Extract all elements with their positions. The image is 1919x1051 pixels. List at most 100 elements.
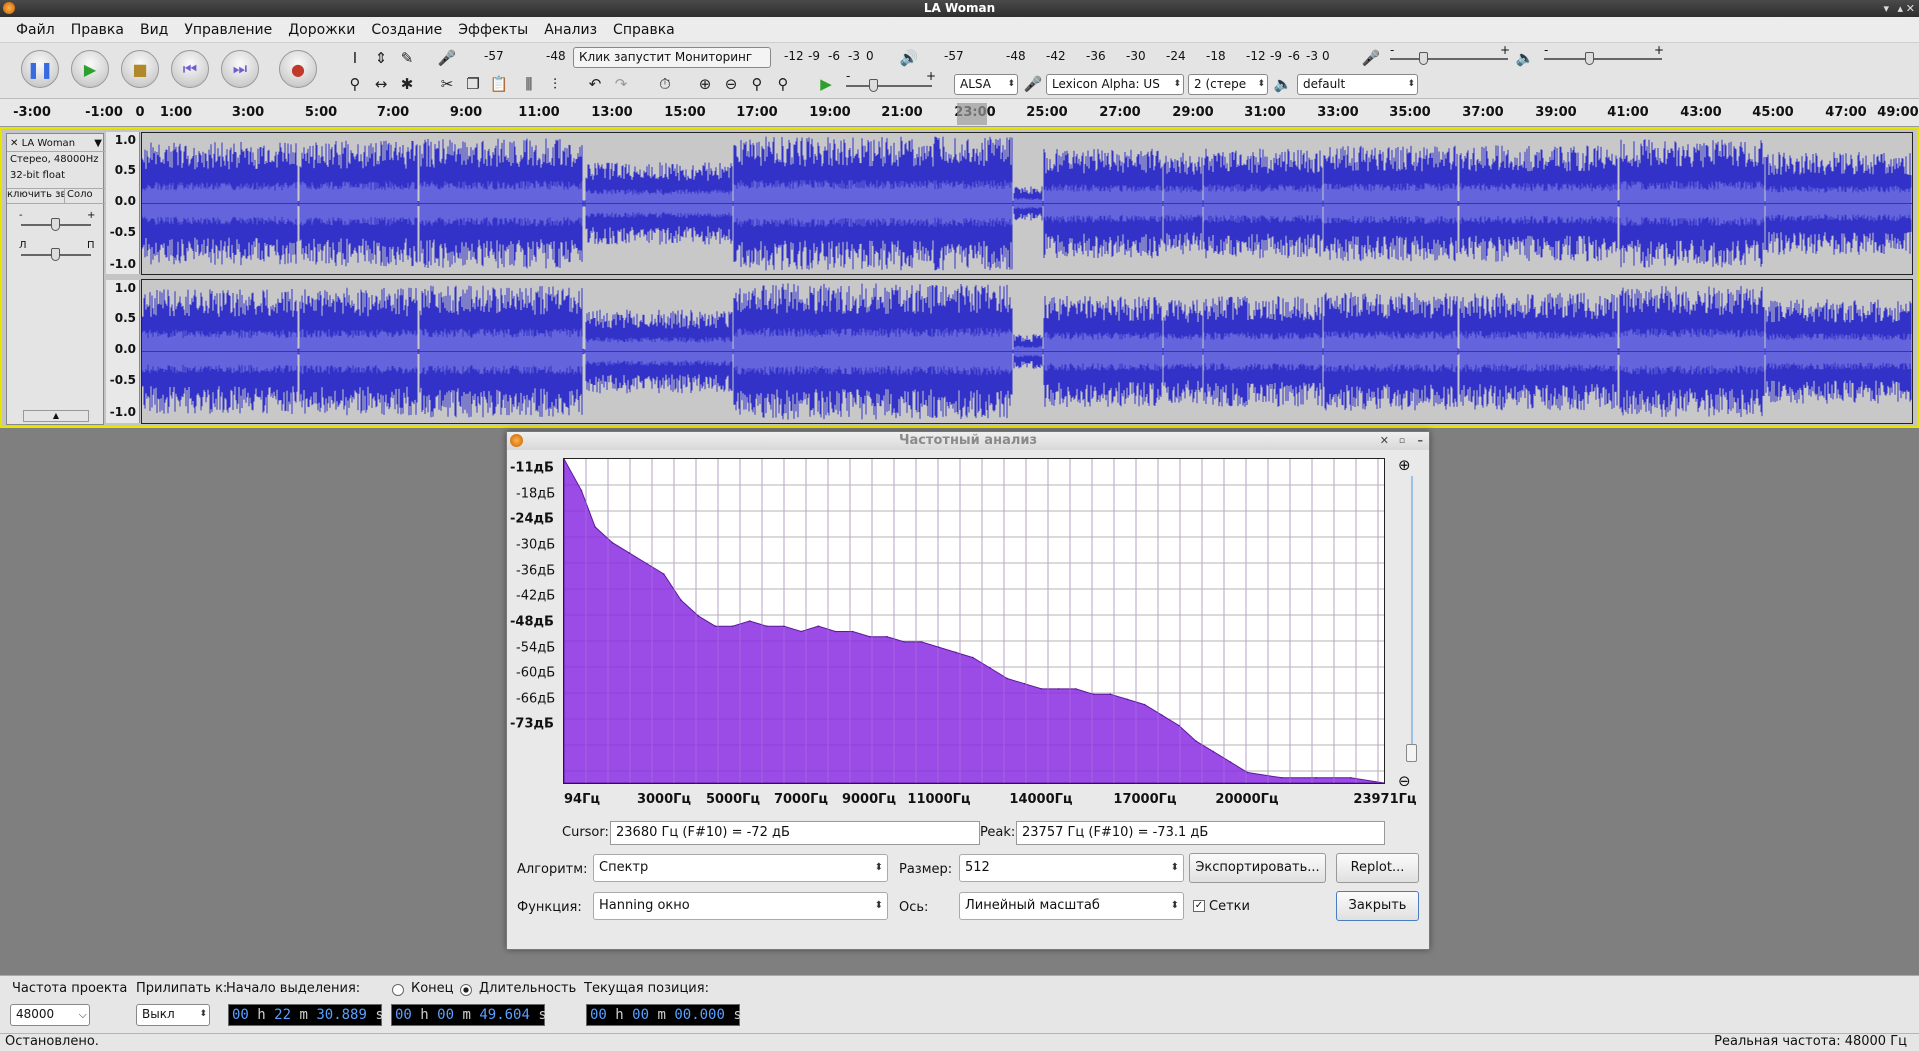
menu-file[interactable]: Файл <box>8 22 63 38</box>
menu-help[interactable]: Справка <box>605 22 683 38</box>
cut-icon[interactable]: ✂ <box>436 73 458 95</box>
stop-button[interactable]: ■ <box>121 50 159 88</box>
grids-checkbox[interactable]: ✓ <box>1193 900 1205 912</box>
y-axis-label: -24дБ <box>510 511 554 527</box>
track-name-button[interactable]: LA Woman <box>22 138 75 149</box>
selection-tool-icon[interactable]: I <box>344 47 366 69</box>
zoom-in-icon[interactable]: ⊕ <box>1398 456 1411 474</box>
minimize-icon[interactable]: ▾ <box>1883 0 1889 17</box>
project-rate-select[interactable]: 48000 ⌵ <box>10 1004 90 1026</box>
track-close-icon[interactable]: ✕ <box>10 138 18 149</box>
sync-lock-icon[interactable]: ⏱ <box>654 73 676 95</box>
undo-icon[interactable]: ↶ <box>584 73 606 95</box>
ruler-label: 0 <box>135 105 145 120</box>
speaker-meter-icon[interactable]: 🔊 <box>898 47 920 69</box>
multi-tool-icon[interactable]: ✱ <box>396 73 418 95</box>
zoom-in-icon[interactable]: ⊕ <box>694 73 716 95</box>
copy-icon[interactable]: ❐ <box>462 73 484 95</box>
slider-min-label: - <box>1390 43 1395 57</box>
track-menu-chevron-icon[interactable]: ▼ <box>94 136 102 151</box>
collapse-track-icon[interactable]: ▲ <box>23 410 89 422</box>
play-volume-slider[interactable] <box>1585 52 1594 65</box>
record-button[interactable]: ● <box>279 50 317 88</box>
maximize-icon[interactable]: ▴ <box>1897 0 1903 17</box>
waveform-left-channel[interactable] <box>141 132 1913 275</box>
pause-button[interactable]: ❚❚ <box>21 50 59 88</box>
envelope-tool-icon[interactable]: ⇕ <box>370 47 392 69</box>
mic-meter-icon[interactable]: 🎤 <box>436 47 458 69</box>
paste-icon[interactable]: 📋 <box>488 73 510 95</box>
menu-view[interactable]: Вид <box>132 22 176 38</box>
close-button[interactable]: Закрыть <box>1336 891 1419 921</box>
timeshift-tool-icon[interactable]: ↔ <box>370 73 392 95</box>
fit-project-icon[interactable]: ⚲ <box>772 73 794 95</box>
snap-select[interactable]: Выкл ⬍ <box>136 1004 210 1026</box>
spectrum-plot[interactable] <box>563 458 1385 784</box>
play-volume-track[interactable] <box>1544 58 1662 60</box>
menu-analyze[interactable]: Анализ <box>536 22 605 38</box>
speed-slider[interactable] <box>869 79 878 92</box>
monitor-toggle[interactable]: Клик запустит Мониторинг <box>573 47 771 68</box>
axis-select[interactable]: Линейный масштаб ⬍ <box>959 892 1184 920</box>
dialog-minimize-icon[interactable]: – <box>1418 432 1424 450</box>
mute-button[interactable]: ключить звук <box>7 189 65 203</box>
zoom-out-icon[interactable]: ⊖ <box>1398 772 1411 790</box>
length-radio[interactable] <box>460 984 472 996</box>
play-meter-tick: -6 <box>1288 49 1300 63</box>
redo-icon[interactable]: ↷ <box>610 73 632 95</box>
skip-end-button[interactable]: ⏭ <box>221 50 259 88</box>
waveform-right-channel[interactable] <box>141 279 1913 424</box>
size-select[interactable]: 512 ⬍ <box>959 854 1184 882</box>
host-select[interactable]: ALSA ⬍ <box>954 74 1018 95</box>
rec-volume-slider[interactable] <box>1419 52 1428 65</box>
timeline-ruler[interactable]: -3:00 -1:00 0 1:00 3:00 5:00 7:00 9:00 11:00 13:0… <box>0 99 1919 127</box>
playhead-marker[interactable] <box>957 103 987 125</box>
dialog-close-icon[interactable]: ✕ <box>1380 432 1389 450</box>
menu-effects[interactable]: Эффекты <box>450 22 536 38</box>
selection-length-time[interactable]: 00 h 00 m 49.604 s <box>391 1004 547 1026</box>
play-button[interactable]: ▶ <box>71 50 109 88</box>
skip-start-button[interactable]: ⏮ <box>171 50 209 88</box>
rec-device-select[interactable]: Lexicon Alpha: US ⬍ <box>1046 74 1184 95</box>
zoom-slider-track[interactable] <box>1411 476 1413 756</box>
trim-icon[interactable]: ⫼ <box>518 73 540 95</box>
ruler-label: 21:00 <box>881 105 923 120</box>
close-icon[interactable]: ✕ <box>1906 0 1915 17</box>
zoom-tool-icon[interactable]: ⚲ <box>344 73 366 95</box>
slider-max-label: + <box>926 69 937 83</box>
channels-select[interactable]: 2 (стере ⬍ <box>1188 74 1268 95</box>
selection-start-time[interactable]: 00 h 22 m 30.889 s <box>228 1004 384 1026</box>
algorithm-select[interactable]: Спектр ⬍ <box>593 854 888 882</box>
play-device-select[interactable]: default ⬍ <box>1297 74 1418 95</box>
gain-slider[interactable] <box>51 218 60 231</box>
replot-button[interactable]: Replot... <box>1336 853 1419 883</box>
zoom-out-icon[interactable]: ⊖ <box>720 73 742 95</box>
zoom-slider[interactable] <box>1406 744 1417 762</box>
scale-label: 1.0 <box>114 281 136 295</box>
fit-selection-icon[interactable]: ⚲ <box>746 73 768 95</box>
track-panel[interactable]: ✕ LA Woman ▼ Стерео, 48000Hz 32-bit floa… <box>0 127 1919 428</box>
export-button[interactable]: Экспортировать... <box>1189 853 1326 883</box>
menu-transport[interactable]: Управление <box>176 22 280 38</box>
menu-tracks[interactable]: Дорожки <box>280 22 363 38</box>
menu-generate[interactable]: Создание <box>363 22 450 38</box>
peak-field[interactable]: 23757 Гц (F#10) = -73.1 дБ <box>1016 821 1385 845</box>
play-at-speed-icon[interactable]: ▶ <box>815 73 837 95</box>
gain-min-label: - <box>19 210 23 221</box>
solo-button[interactable]: Соло <box>65 189 93 203</box>
dialog-title-bar[interactable]: Частотный анализ ✕ ▫ – <box>507 432 1429 450</box>
draw-tool-icon[interactable]: ✎ <box>396 47 418 69</box>
spectrum-point <box>834 630 837 633</box>
silence-icon[interactable]: ⫶ <box>544 73 566 95</box>
speed-track[interactable] <box>846 85 932 87</box>
menu-edit[interactable]: Правка <box>63 22 132 38</box>
dialog-maximize-icon[interactable]: ▫ <box>1399 432 1405 450</box>
rec-volume-track[interactable] <box>1390 58 1508 60</box>
cursor-field[interactable]: 23680 Гц (F#10) = -72 дБ <box>610 821 980 845</box>
function-select[interactable]: Hanning окно ⬍ <box>593 892 888 920</box>
end-radio[interactable] <box>392 984 404 996</box>
current-position-time[interactable]: 00 h 00 m 00.000 s <box>586 1004 742 1026</box>
pan-slider[interactable] <box>51 248 60 261</box>
spectrum-point <box>748 620 751 622</box>
toolbars: ❚❚ ▶ ■ ⏮ ⏭ ● I ⇕ ✎ ⚲ ↔ ✱ 🎤 -57 -48 Клик … <box>0 43 1919 99</box>
